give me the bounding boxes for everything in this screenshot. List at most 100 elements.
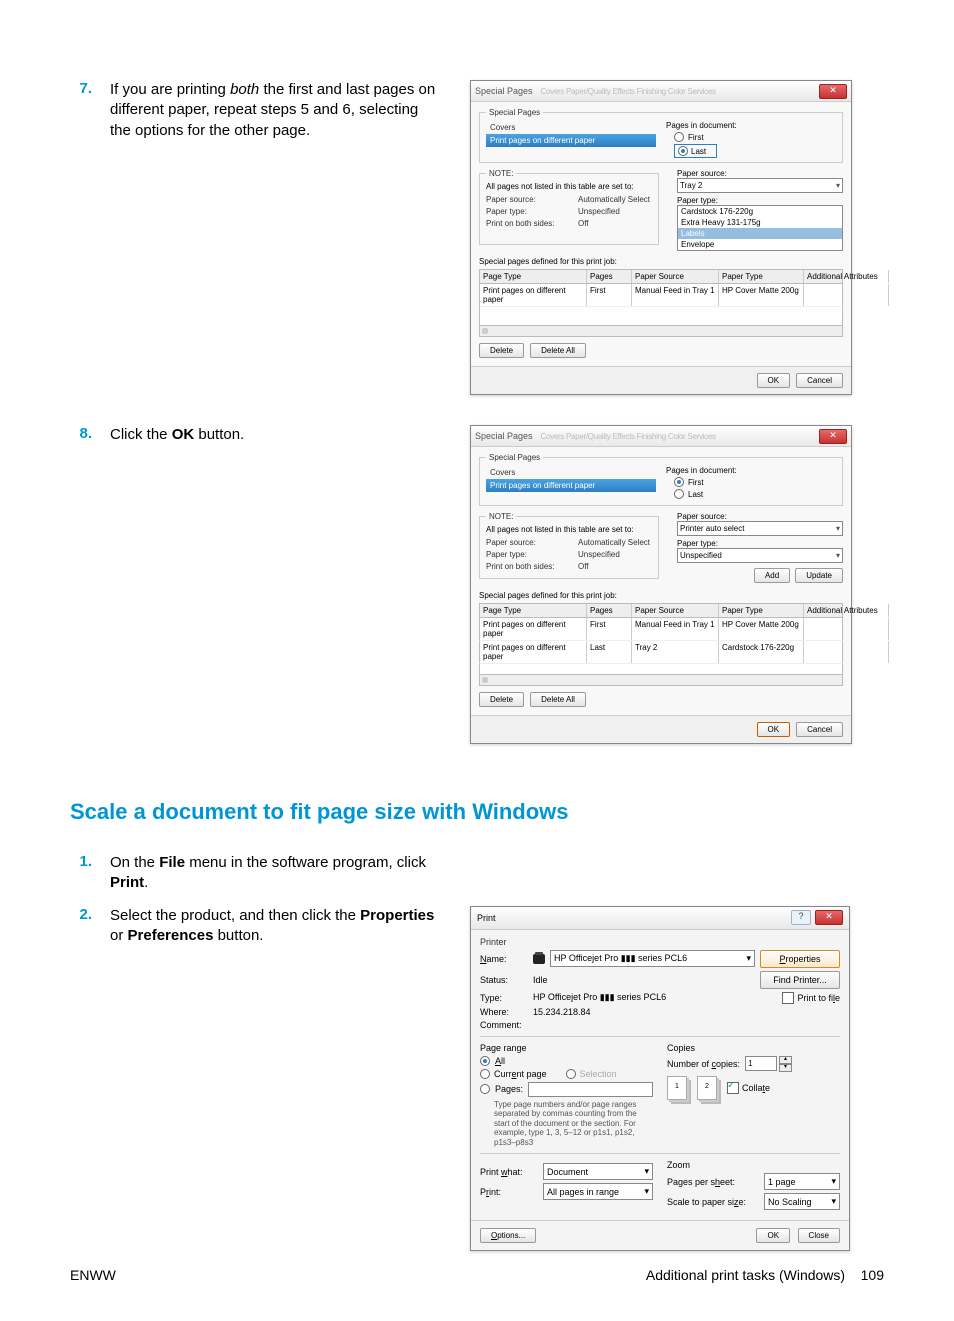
dialog2-right-type-lbl: Paper type: xyxy=(677,539,843,548)
radio-pages[interactable]: Pages: xyxy=(480,1082,653,1097)
sps-select[interactable]: No Scaling▾ xyxy=(764,1193,840,1210)
ok-button[interactable]: OK xyxy=(757,373,791,388)
dialog2-right-type-combo[interactable]: Unspecified▾ xyxy=(677,548,843,563)
step-1-row: 1. On the File menu in the software prog… xyxy=(70,853,884,894)
dialog1-note-group: NOTE: All pages not listed in this table… xyxy=(479,169,659,245)
close-icon[interactable]: ✕ xyxy=(819,84,847,99)
ok-button[interactable]: OK xyxy=(757,722,791,737)
screenshot-print-dialog: Print ? ✕ Printer Name: HP Officejet Pro… xyxy=(470,906,884,1252)
chevron-down-icon: ▾ xyxy=(644,1186,649,1197)
dialog1-paper-type-val: Unspecified xyxy=(578,207,620,216)
print-to-file-checkbox[interactable]: Print to file xyxy=(782,992,840,1004)
radio-current[interactable]: Current page xyxy=(480,1069,547,1079)
dialog1-last-radio[interactable]: Last xyxy=(674,144,717,158)
dialog1-scrollbar[interactable] xyxy=(479,326,843,337)
pps-val: 1 page xyxy=(768,1177,796,1187)
find-printer-button[interactable]: Find Printer... xyxy=(760,971,840,989)
list-item[interactable]: Cardstock 176-220g xyxy=(678,206,842,217)
dialog1-last-label: Last xyxy=(691,147,706,156)
cancel-button[interactable]: Cancel xyxy=(796,373,843,388)
step-1-body-d: Print xyxy=(110,874,144,891)
collate-preview-icon: 2 xyxy=(697,1076,717,1100)
radio-all[interactable]: All xyxy=(480,1056,653,1066)
options-button[interactable]: Options... xyxy=(480,1228,536,1243)
print-what-select[interactable]: Document▾ xyxy=(543,1163,653,1180)
table-row[interactable]: Print pages on different paper First Man… xyxy=(479,618,843,641)
step-2-body-a: Select the product, and then click the xyxy=(110,907,360,924)
dialog2-first-radio[interactable]: First xyxy=(674,477,836,487)
step-2-row: 2. Select the product, and then click th… xyxy=(70,906,884,1252)
list-item[interactable]: Extra Heavy 131-175g xyxy=(678,217,842,228)
type-label: Type: xyxy=(480,993,528,1003)
copies-spinner[interactable]: ▴▾ xyxy=(745,1056,792,1072)
hdr-paper-source: Paper Source xyxy=(632,270,719,283)
radio-icon xyxy=(480,1084,490,1094)
pages-input[interactable] xyxy=(528,1082,653,1097)
radio-selection: Selection xyxy=(566,1069,617,1079)
dialog2-both-sides-lbl: Print on both sides: xyxy=(486,562,564,571)
dialog2-scrollbar[interactable] xyxy=(479,675,843,686)
print-val: All pages in range xyxy=(547,1187,619,1197)
pages-hint: Type page numbers and/or page ranges sep… xyxy=(494,1100,653,1148)
delete-all-button[interactable]: Delete All xyxy=(530,692,586,707)
delete-all-button[interactable]: Delete All xyxy=(530,343,586,358)
radio-pages-label: Pages: xyxy=(495,1084,523,1094)
collate-checkbox[interactable]: Collate xyxy=(727,1082,770,1094)
delete-button[interactable]: Delete xyxy=(479,343,524,358)
cell-additional-attributes xyxy=(804,284,889,306)
dialog2-print-pages-diff-paper[interactable]: Print pages on different paper xyxy=(486,479,656,492)
close-button[interactable]: Close xyxy=(798,1228,840,1243)
dialog1-print-pages-diff-paper[interactable]: Print pages on different paper xyxy=(486,134,656,147)
dialog2-covers[interactable]: Covers xyxy=(486,466,656,479)
dialog2-pagetype-list[interactable]: Covers Print pages on different paper xyxy=(486,466,656,501)
printer-name-combo[interactable]: HP Officejet Pro ▮▮▮ series PCL6▾ xyxy=(550,950,755,967)
cell-paper-type: Cardstock 176-220g xyxy=(719,641,804,663)
add-button[interactable]: Add xyxy=(754,568,790,583)
hdr-paper-type: Paper Type xyxy=(719,604,804,617)
list-item[interactable]: Labels xyxy=(678,228,842,239)
close-icon[interactable]: ✕ xyxy=(815,910,843,925)
list-item[interactable]: Envelope xyxy=(678,239,842,250)
dialog1-right-source-combo[interactable]: Tray 2▾ xyxy=(677,178,843,193)
print-select[interactable]: All pages in range ▾ xyxy=(543,1183,653,1200)
list-item[interactable]: Heavy Envelope xyxy=(678,250,842,251)
dialog2-paper-source-lbl: Paper source: xyxy=(486,538,564,547)
dialog2-title: Special Pages xyxy=(475,431,533,441)
close-icon[interactable]: ✕ xyxy=(819,429,847,444)
spin-down-icon[interactable]: ▾ xyxy=(779,1064,792,1072)
step-7-row: 7. If you are printing both the first an… xyxy=(70,80,884,395)
dialog2-last-radio[interactable]: Last xyxy=(674,489,836,499)
dialog2-note-group: NOTE: All pages not listed in this table… xyxy=(479,512,659,579)
chevron-down-icon: ▾ xyxy=(746,953,751,964)
properties-button[interactable]: Properties xyxy=(760,950,840,968)
cell-additional-attributes xyxy=(804,641,889,663)
chevron-down-icon: ▾ xyxy=(836,181,840,190)
special-pages-dialog-1: Special Pages Covers Paper/Quality Effec… xyxy=(470,80,852,395)
dialog1-pagetype-list[interactable]: Covers Print pages on different paper xyxy=(486,121,656,158)
status-value: Idle xyxy=(533,975,755,985)
radio-icon xyxy=(674,132,684,142)
cancel-button[interactable]: Cancel xyxy=(796,722,843,737)
step-1-body-b: File xyxy=(159,854,185,871)
dialog1-first-radio[interactable]: First xyxy=(674,132,836,142)
dialog1-right-source-lbl: Paper source: xyxy=(677,169,843,178)
spin-up-icon[interactable]: ▴ xyxy=(779,1056,792,1064)
dialog2-right-source-combo[interactable]: Printer auto select▾ xyxy=(677,521,843,536)
hdr-paper-type: Paper Type xyxy=(719,270,804,283)
dialog1-covers[interactable]: Covers xyxy=(486,121,656,134)
help-icon[interactable]: ? xyxy=(791,910,811,925)
step-2-text: 2. Select the product, and then click th… xyxy=(70,906,440,947)
table-row[interactable]: Print pages on different paper Last Tray… xyxy=(479,641,843,664)
checkbox-icon xyxy=(727,1082,739,1094)
dialog1-right-type-list[interactable]: Cardstock 176-220g Extra Heavy 131-175g … xyxy=(677,205,843,251)
table-row[interactable]: Print pages on different paper First Man… xyxy=(479,284,843,307)
step-8-row: 8. Click the OK button. Special Pages Co… xyxy=(70,425,884,744)
copies-input[interactable] xyxy=(745,1056,777,1071)
update-button[interactable]: Update xyxy=(795,568,843,583)
ok-button[interactable]: OK xyxy=(756,1228,790,1243)
printer-icon xyxy=(533,954,545,964)
dialog2-note-legend: NOTE: xyxy=(486,512,516,521)
step-2-body: Select the product, and then click the P… xyxy=(110,906,440,947)
delete-button[interactable]: Delete xyxy=(479,692,524,707)
pps-select[interactable]: 1 page▾ xyxy=(764,1173,840,1190)
